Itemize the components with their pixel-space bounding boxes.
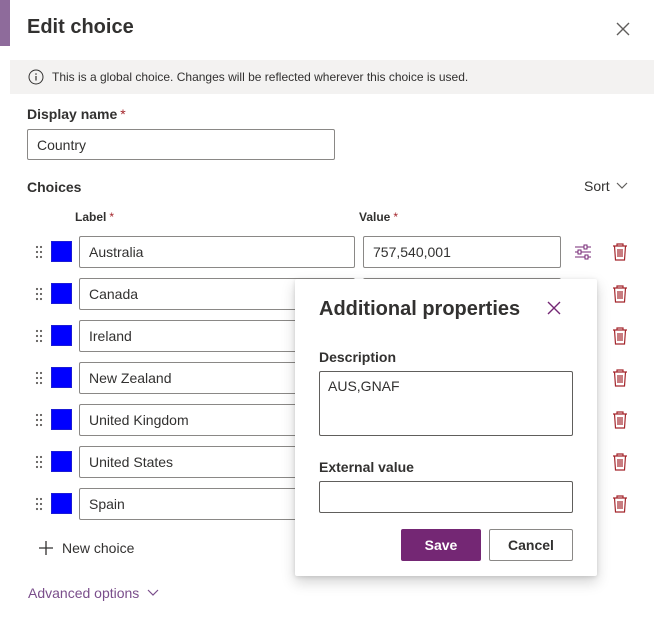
drag-handle-icon[interactable] [35, 287, 43, 301]
info-icon [28, 69, 44, 85]
cancel-button[interactable]: Cancel [489, 529, 573, 561]
choice-value-input[interactable]: 757,540,001 [363, 236, 561, 268]
delete-trash-icon[interactable] [611, 284, 629, 304]
new-choice-button[interactable]: New choice [38, 540, 134, 556]
color-swatch[interactable] [51, 493, 72, 514]
color-swatch[interactable] [51, 409, 72, 430]
new-choice-label: New choice [62, 540, 135, 556]
delete-trash-icon[interactable] [611, 368, 629, 388]
drag-handle-icon[interactable] [35, 455, 43, 469]
sort-label: Sort [584, 178, 610, 194]
background-app-strip [0, 0, 10, 46]
drag-handle-icon[interactable] [35, 371, 43, 385]
label-column-header: Label * [75, 210, 115, 224]
plus-icon [39, 541, 53, 555]
panel-title: Edit choice [27, 16, 134, 38]
save-button[interactable]: Save [401, 529, 481, 561]
color-swatch[interactable] [51, 241, 72, 262]
delete-trash-icon[interactable] [611, 494, 629, 514]
color-swatch[interactable] [51, 367, 72, 388]
sort-button[interactable]: Sort [584, 178, 628, 194]
display-name-input[interactable]: Country [27, 129, 335, 160]
choice-row: Australia 757,540,001 [0, 236, 654, 268]
callout-close-button[interactable] [547, 301, 567, 321]
additional-properties-callout: Additional properties Description AUS,GN… [295, 279, 597, 576]
required-marker: * [120, 106, 126, 122]
delete-trash-icon[interactable] [611, 452, 629, 472]
drag-handle-icon[interactable] [35, 497, 43, 511]
delete-trash-icon[interactable] [611, 242, 629, 262]
advanced-options-label: Advanced options [28, 585, 140, 601]
close-icon [547, 301, 561, 315]
advanced-options-toggle[interactable]: Advanced options [28, 585, 159, 601]
close-panel-button[interactable] [610, 16, 636, 42]
color-swatch[interactable] [51, 283, 72, 304]
drag-handle-icon[interactable] [35, 329, 43, 343]
color-swatch[interactable] [51, 451, 72, 472]
global-choice-banner: This is a global choice. Changes will be… [10, 60, 654, 94]
display-name-label: Display name * [27, 106, 126, 122]
delete-trash-icon[interactable] [611, 326, 629, 346]
choices-title: Choices [27, 179, 82, 195]
properties-sliders-icon[interactable] [573, 242, 593, 262]
delete-trash-icon[interactable] [611, 410, 629, 430]
banner-text: This is a global choice. Changes will be… [52, 70, 469, 84]
external-value-input[interactable] [319, 481, 573, 513]
description-textarea[interactable]: AUS,GNAF [319, 371, 573, 436]
chevron-down-icon [616, 182, 628, 189]
choice-label-input[interactable]: Australia [79, 236, 355, 268]
close-icon [616, 22, 630, 36]
drag-handle-icon[interactable] [35, 413, 43, 427]
external-value-label: External value [319, 459, 414, 475]
chevron-down-icon [147, 589, 159, 596]
callout-title: Additional properties [319, 298, 521, 320]
value-column-header: Value * [359, 210, 399, 224]
drag-handle-icon[interactable] [35, 245, 43, 259]
color-swatch[interactable] [51, 325, 72, 346]
description-label: Description [319, 349, 397, 365]
